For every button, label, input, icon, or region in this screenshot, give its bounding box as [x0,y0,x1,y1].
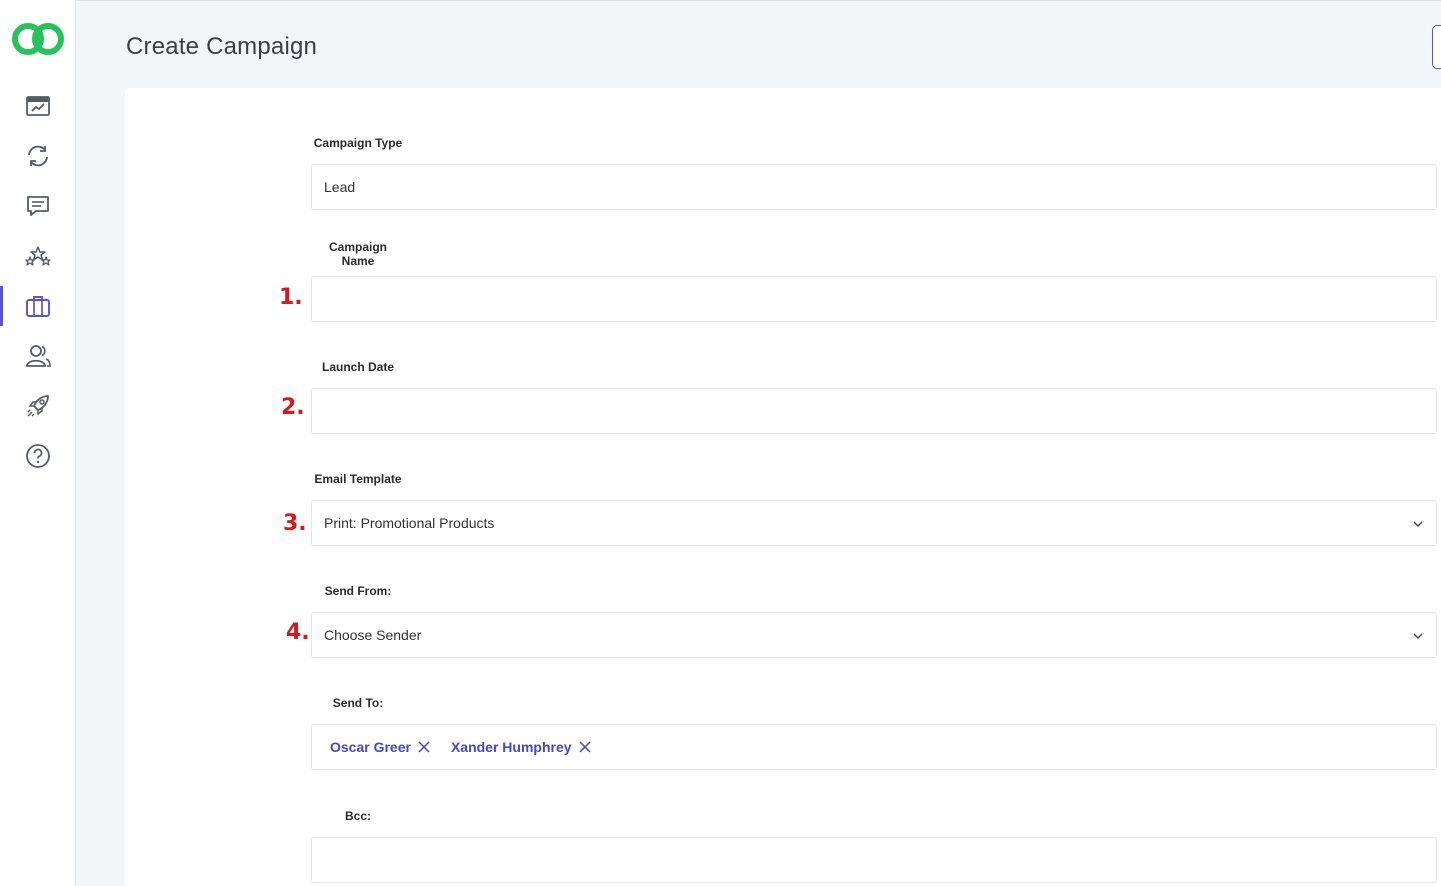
page-title: Create Campaign [126,33,318,60]
rocket-icon [27,395,49,417]
remove-recipient-icon[interactable] [578,740,592,754]
help-icon [26,444,50,468]
send-to-field[interactable]: Oscar Greer Xander Humphrey [311,724,1437,770]
step-marker-3: 3. [283,511,307,536]
remove-recipient-icon[interactable] [417,740,431,754]
dashboard-icon [26,96,50,116]
launch-date-field[interactable] [311,388,1437,434]
send-from-select[interactable]: Choose Sender [311,612,1437,658]
send-from-value: Choose Sender [324,627,422,643]
sidebar-item-contacts[interactable] [0,336,76,376]
bcc-input[interactable] [324,838,1436,882]
step-marker-2: 2. [281,395,305,420]
campaign-type-label: Campaign Type [313,136,403,150]
send-to-label: Send To: [332,696,384,710]
sidebar-item-messages[interactable] [0,186,76,226]
campaign-name-input[interactable] [324,277,1436,321]
users-icon [26,345,51,367]
sync-icon [28,145,48,167]
email-template-value: Print: Promotional Products [324,515,495,531]
chevron-down-icon [1413,521,1423,527]
briefcase-icon [26,296,50,317]
launch-date-input[interactable] [324,389,1436,433]
sidebar-item-sync[interactable] [0,136,76,176]
campaign-name-label: Campaign Name [328,240,387,268]
recipient-name: Xander Humphrey [450,739,572,755]
email-template-select[interactable]: Print: Promotional Products [311,500,1437,546]
send-from-label: Send From: [324,584,392,598]
sidebar-item-campaigns[interactable] [0,286,76,326]
bcc-label: Bcc: [344,809,371,823]
sidebar-item-launch[interactable] [0,386,76,426]
stars-icon [25,246,51,266]
launch-date-label: Launch Date [321,360,394,374]
app-logo-icon[interactable] [9,18,67,60]
sidebar-item-dashboard[interactable] [0,86,76,126]
recipient-chip: Xander Humphrey [451,739,592,755]
top-border [0,0,1441,1]
chat-icon [27,196,49,216]
sidebar [0,0,76,886]
campaign-name-field[interactable] [311,276,1437,322]
chevron-down-icon [1413,633,1423,639]
step-marker-4: 4. [286,620,310,645]
campaign-type-field: Lead [311,164,1437,210]
recipient-chip: Oscar Greer [330,739,431,755]
email-template-label: Email Template [314,472,402,486]
sidebar-item-reviews[interactable] [0,236,76,276]
step-marker-1: 1. [279,285,303,310]
sidebar-item-help[interactable] [0,436,76,476]
bcc-field[interactable] [311,837,1437,883]
header-action-button[interactable] [1432,25,1441,69]
recipient-name: Oscar Greer [330,739,411,755]
campaign-type-value: Lead [324,179,356,195]
